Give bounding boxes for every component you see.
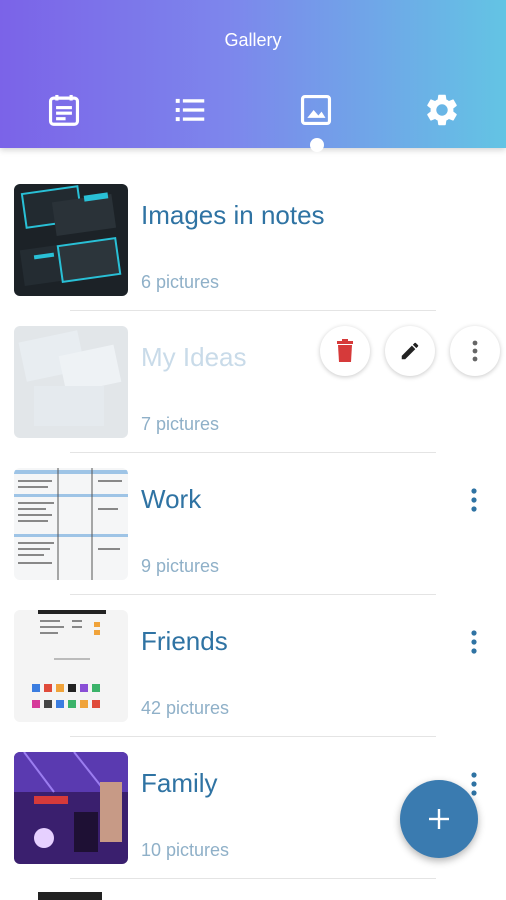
divider — [70, 878, 436, 879]
tab-list[interactable] — [168, 88, 212, 132]
album-item-work[interactable]: Work 9 pictures — [0, 432, 506, 595]
album-thumbnail — [14, 752, 128, 864]
more-vertical-icon — [471, 630, 477, 654]
tab-settings[interactable] — [420, 88, 464, 132]
album-thumbnail — [14, 184, 128, 296]
delete-icon — [337, 339, 353, 362]
gear-icon — [427, 94, 457, 126]
album-name: Work — [141, 484, 202, 514]
plus-icon — [429, 809, 449, 829]
delete-button[interactable] — [320, 326, 370, 376]
album-thumbnail — [14, 326, 128, 438]
image-icon — [300, 94, 332, 126]
more-vertical-icon — [472, 340, 478, 362]
calendar-notes-icon — [48, 94, 80, 126]
more-vertical-icon — [471, 772, 477, 796]
album-thumbnail — [14, 610, 128, 722]
tab-gallery[interactable] — [294, 88, 338, 132]
album-item-my-ideas[interactable]: My Ideas 7 pictures — [0, 290, 506, 453]
album-name: Friends — [141, 626, 228, 656]
edit-button[interactable] — [385, 326, 435, 376]
app-header: Gallery — [0, 0, 506, 152]
album-name: My Ideas — [141, 342, 247, 372]
album-item-friends[interactable]: Friends 42 pictures — [0, 574, 506, 737]
album-thumbnail — [14, 468, 128, 580]
more-options-button[interactable] — [462, 626, 486, 658]
album-name: Images in notes — [141, 200, 325, 230]
active-tab-indicator — [310, 138, 324, 152]
page-title: Gallery — [224, 30, 282, 50]
tab-notes[interactable] — [42, 88, 86, 132]
album-name: Family — [141, 768, 218, 798]
list-icon — [175, 98, 205, 122]
next-album-thumbnail-partial — [38, 892, 102, 900]
more-options-button[interactable] — [462, 484, 486, 516]
more-options-button[interactable] — [450, 326, 500, 376]
album-item-images-in-notes[interactable]: Images in notes 6 pictures — [0, 148, 506, 311]
edit-pencil-icon — [401, 342, 419, 360]
more-vertical-icon — [471, 488, 477, 512]
add-album-button[interactable] — [400, 780, 478, 858]
album-count: 10 pictures — [141, 840, 230, 860]
